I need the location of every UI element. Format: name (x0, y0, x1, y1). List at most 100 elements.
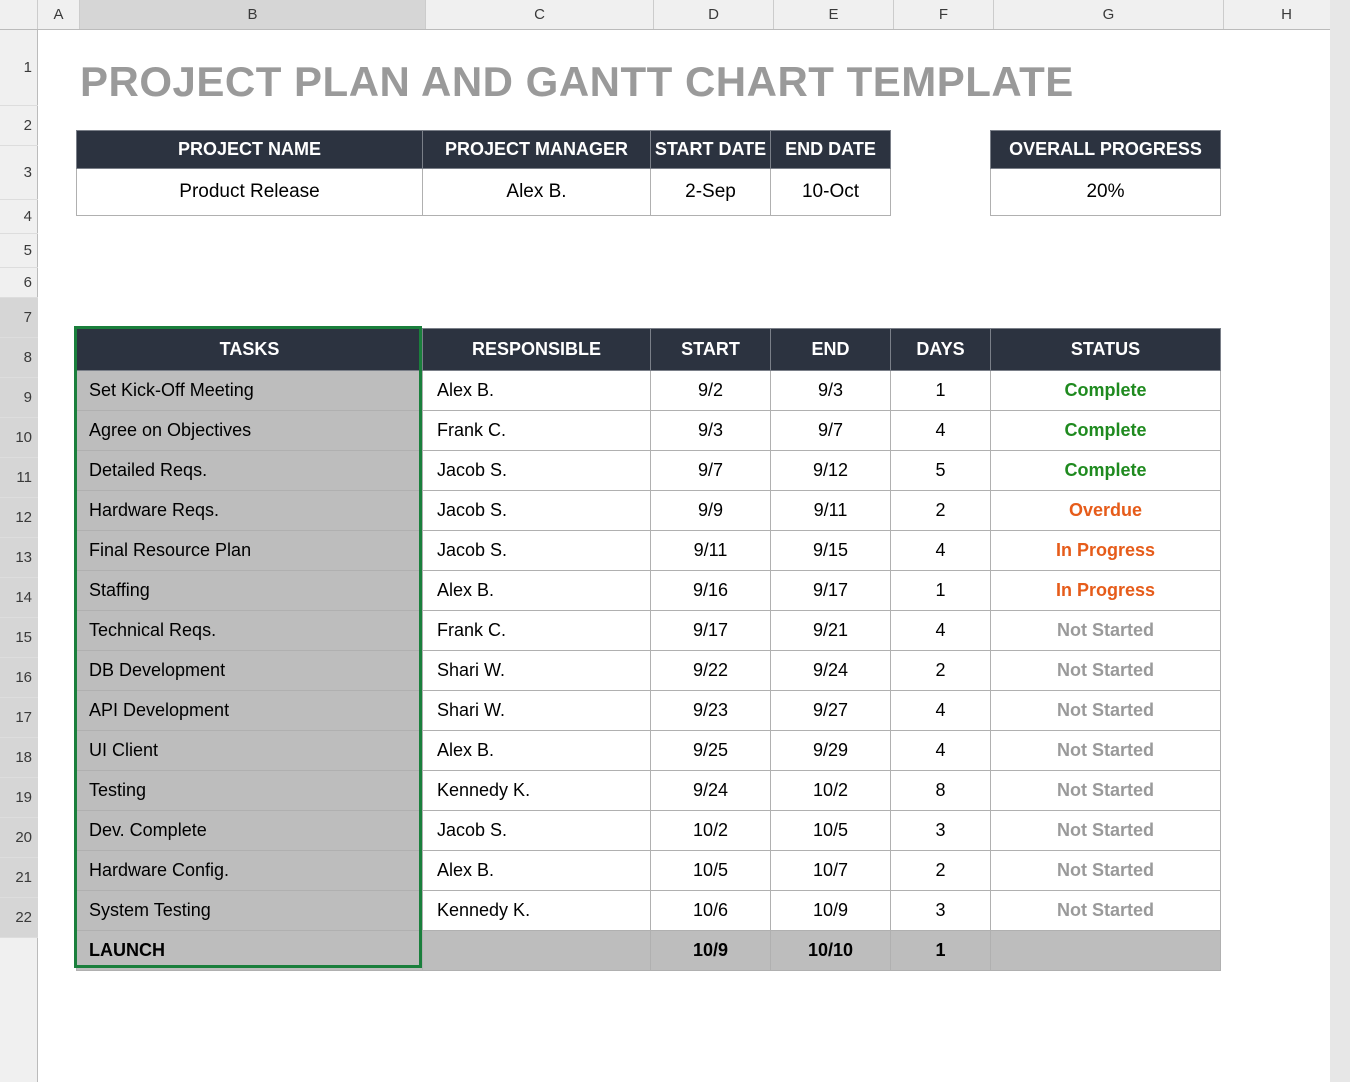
task-days-cell[interactable]: 4 (891, 411, 991, 451)
summary-start-date[interactable]: 2-Sep (651, 169, 771, 216)
task-status-cell[interactable]: In Progress (991, 571, 1221, 611)
task-name-cell[interactable]: Hardware Config. (77, 851, 423, 891)
row-header-14[interactable]: 14 (0, 578, 38, 618)
task-name-cell[interactable]: Set Kick-Off Meeting (77, 371, 423, 411)
task-responsible-cell[interactable]: Alex B. (423, 731, 651, 771)
task-start-cell[interactable]: 9/9 (651, 491, 771, 531)
task-responsible-cell[interactable]: Kennedy K. (423, 771, 651, 811)
task-status-cell[interactable]: Overdue (991, 491, 1221, 531)
task-days-cell[interactable]: 8 (891, 771, 991, 811)
task-days-cell[interactable]: 3 (891, 891, 991, 931)
task-days-cell[interactable]: 2 (891, 651, 991, 691)
task-responsible-cell[interactable]: Frank C. (423, 411, 651, 451)
task-responsible-cell[interactable]: Frank C. (423, 611, 651, 651)
task-responsible-cell[interactable]: Alex B. (423, 851, 651, 891)
task-name-cell[interactable]: UI Client (77, 731, 423, 771)
task-header-start[interactable]: START (651, 329, 771, 371)
task-status-cell[interactable]: Not Started (991, 651, 1221, 691)
column-header-G[interactable]: G (994, 0, 1224, 29)
task-start-cell[interactable]: 9/3 (651, 411, 771, 451)
column-header-B[interactable]: B (80, 0, 426, 29)
task-responsible-cell[interactable]: Shari W. (423, 691, 651, 731)
task-end-cell[interactable]: 9/11 (771, 491, 891, 531)
task-status-cell[interactable]: Not Started (991, 891, 1221, 931)
task-end-cell[interactable]: 9/17 (771, 571, 891, 611)
task-status-cell[interactable]: Complete (991, 451, 1221, 491)
task-start-cell[interactable]: 9/23 (651, 691, 771, 731)
task-status-cell[interactable]: Not Started (991, 851, 1221, 891)
task-start-cell[interactable]: 9/17 (651, 611, 771, 651)
task-end-cell[interactable]: 9/24 (771, 651, 891, 691)
task-end-cell[interactable]: 9/21 (771, 611, 891, 651)
task-responsible-cell[interactable]: Kennedy K. (423, 891, 651, 931)
task-status-cell[interactable]: In Progress (991, 531, 1221, 571)
row-header-3[interactable]: 3 (0, 146, 38, 200)
task-name-cell[interactable]: System Testing (77, 891, 423, 931)
task-end-cell[interactable]: 10/5 (771, 811, 891, 851)
summary-header-start-date[interactable]: START DATE (651, 131, 771, 169)
task-start-cell[interactable]: 9/25 (651, 731, 771, 771)
task-status-cell[interactable]: Not Started (991, 611, 1221, 651)
summary-header-end-date[interactable]: END DATE (771, 131, 891, 169)
task-start-cell[interactable]: 10/5 (651, 851, 771, 891)
summary-header-project-name[interactable]: PROJECT NAME (77, 131, 423, 169)
task-days-cell[interactable]: 2 (891, 851, 991, 891)
task-end-cell[interactable]: 10/7 (771, 851, 891, 891)
task-header-end[interactable]: END (771, 329, 891, 371)
task-name-cell[interactable]: Technical Reqs. (77, 611, 423, 651)
summary-header-overall-progress[interactable]: OVERALL PROGRESS (991, 131, 1221, 169)
summary-header-project-manager[interactable]: PROJECT MANAGER (423, 131, 651, 169)
row-header-2[interactable]: 2 (0, 106, 38, 146)
task-name-cell[interactable]: Dev. Complete (77, 811, 423, 851)
task-end-cell[interactable]: 9/29 (771, 731, 891, 771)
task-header-days[interactable]: DAYS (891, 329, 991, 371)
column-header-C[interactable]: C (426, 0, 654, 29)
task-status-cell[interactable]: Not Started (991, 731, 1221, 771)
task-status-cell[interactable]: Complete (991, 371, 1221, 411)
row-header-21[interactable]: 21 (0, 858, 38, 898)
task-name-cell[interactable]: Testing (77, 771, 423, 811)
task-days-cell[interactable]: 2 (891, 491, 991, 531)
row-header-7[interactable]: 7 (0, 298, 38, 338)
task-days-cell[interactable]: 5 (891, 451, 991, 491)
row-header-17[interactable]: 17 (0, 698, 38, 738)
select-all-corner[interactable] (0, 0, 38, 29)
row-header-18[interactable]: 18 (0, 738, 38, 778)
row-header-8[interactable]: 8 (0, 338, 38, 378)
row-header-13[interactable]: 13 (0, 538, 38, 578)
launch-start-cell[interactable]: 10/9 (651, 931, 771, 971)
row-header-22[interactable]: 22 (0, 898, 38, 938)
task-days-cell[interactable]: 4 (891, 691, 991, 731)
task-name-cell[interactable]: Final Resource Plan (77, 531, 423, 571)
summary-project-name[interactable]: Product Release (77, 169, 423, 216)
launch-status-cell[interactable] (991, 931, 1221, 971)
task-header-responsible[interactable]: RESPONSIBLE (423, 329, 651, 371)
task-end-cell[interactable]: 9/7 (771, 411, 891, 451)
column-header-A[interactable]: A (38, 0, 80, 29)
task-start-cell[interactable]: 9/11 (651, 531, 771, 571)
task-responsible-cell[interactable]: Alex B. (423, 371, 651, 411)
task-start-cell[interactable]: 9/2 (651, 371, 771, 411)
task-end-cell[interactable]: 10/9 (771, 891, 891, 931)
task-responsible-cell[interactable]: Shari W. (423, 651, 651, 691)
row-header-9[interactable]: 9 (0, 378, 38, 418)
task-name-cell[interactable]: DB Development (77, 651, 423, 691)
task-status-cell[interactable]: Not Started (991, 811, 1221, 851)
row-header-10[interactable]: 10 (0, 418, 38, 458)
task-start-cell[interactable]: 10/6 (651, 891, 771, 931)
row-header-15[interactable]: 15 (0, 618, 38, 658)
task-responsible-cell[interactable]: Jacob S. (423, 811, 651, 851)
task-start-cell[interactable]: 10/2 (651, 811, 771, 851)
task-end-cell[interactable]: 10/2 (771, 771, 891, 811)
task-name-cell[interactable]: Staffing (77, 571, 423, 611)
task-header-tasks[interactable]: TASKS (77, 329, 423, 371)
column-header-F[interactable]: F (894, 0, 994, 29)
row-header-1[interactable]: 1 (0, 30, 38, 106)
task-start-cell[interactable]: 9/22 (651, 651, 771, 691)
task-header-status[interactable]: STATUS (991, 329, 1221, 371)
summary-end-date[interactable]: 10-Oct (771, 169, 891, 216)
task-days-cell[interactable]: 1 (891, 371, 991, 411)
column-header-D[interactable]: D (654, 0, 774, 29)
task-days-cell[interactable]: 4 (891, 731, 991, 771)
launch-end-cell[interactable]: 10/10 (771, 931, 891, 971)
